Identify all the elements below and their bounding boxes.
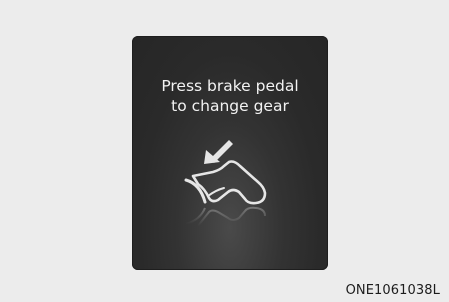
- message-line-2: to change gear: [171, 97, 289, 115]
- shoe-sole-line: [207, 187, 225, 197]
- foot-on-brake-pedal-icon: [184, 140, 267, 227]
- brake-gear-message: Press brake pedal to change gear: [132, 76, 328, 116]
- image-code-label: ONE1061038L: [345, 283, 440, 298]
- pedal-arc: [184, 178, 207, 204]
- cluster-display-panel: Press brake pedal to change gear: [132, 36, 328, 270]
- icon-reflection: [185, 206, 266, 227]
- press-arrow-icon: [204, 140, 233, 164]
- message-line-1: Press brake pedal: [161, 77, 299, 95]
